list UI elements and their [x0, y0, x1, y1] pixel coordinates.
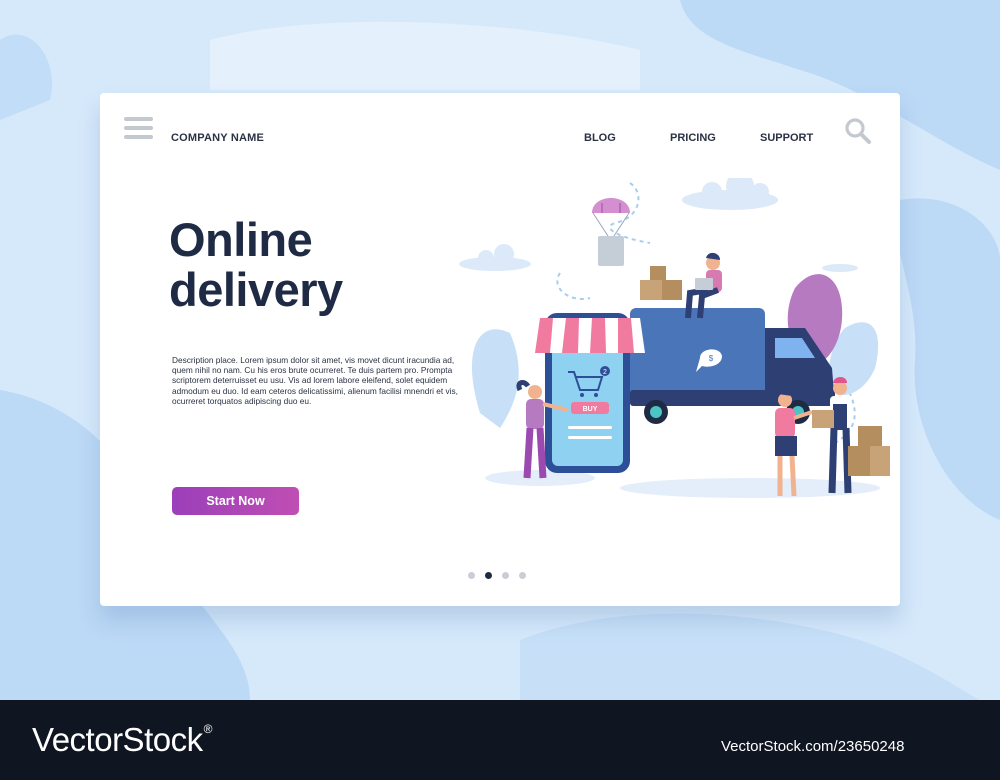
hero-description: Description place. Lorem ipsum dolor sit… — [172, 355, 458, 406]
nav-blog[interactable]: BLOG — [584, 132, 616, 144]
watermark-image-code: VectorStock.com/23650248 — [721, 738, 905, 755]
company-name[interactable]: COMPANY NAME — [171, 132, 264, 144]
parcel-stack — [848, 426, 890, 476]
landing-card: COMPANY NAME BLOG PRICING SUPPORT Online… — [100, 93, 900, 606]
watermark-brand: VectorStock® — [32, 721, 212, 759]
hero-title-line-2: delivery — [169, 263, 343, 316]
nav-pricing[interactable]: PRICING — [670, 132, 716, 144]
registered-mark: ® — [203, 722, 213, 736]
start-now-button[interactable]: Start Now — [172, 487, 299, 515]
cart-badge: 2 — [603, 369, 607, 376]
watermark-brand-text: VectorStock — [32, 721, 203, 758]
smartphone-shop: 2 BUY — [535, 313, 645, 473]
pagination-dots — [468, 572, 526, 579]
bubble-symbol: $ — [709, 354, 714, 363]
pagination-dot-1[interactable] — [468, 572, 475, 579]
pagination-dot-4[interactable] — [519, 572, 526, 579]
pagination-dot-3[interactable] — [502, 572, 509, 579]
nav-support[interactable]: SUPPORT — [760, 132, 813, 144]
cloud-decoration — [459, 178, 858, 272]
search-icon[interactable] — [844, 117, 872, 145]
parachute-package — [592, 198, 630, 266]
hamburger-menu-icon[interactable] — [124, 117, 153, 143]
delivery-illustration: $ 2 BUY — [459, 178, 890, 498]
hero-title: Online delivery — [169, 215, 343, 315]
hero-title-line-1: Online — [169, 213, 313, 266]
pagination-dot-2[interactable] — [485, 572, 492, 579]
buy-label: BUY — [583, 406, 598, 413]
